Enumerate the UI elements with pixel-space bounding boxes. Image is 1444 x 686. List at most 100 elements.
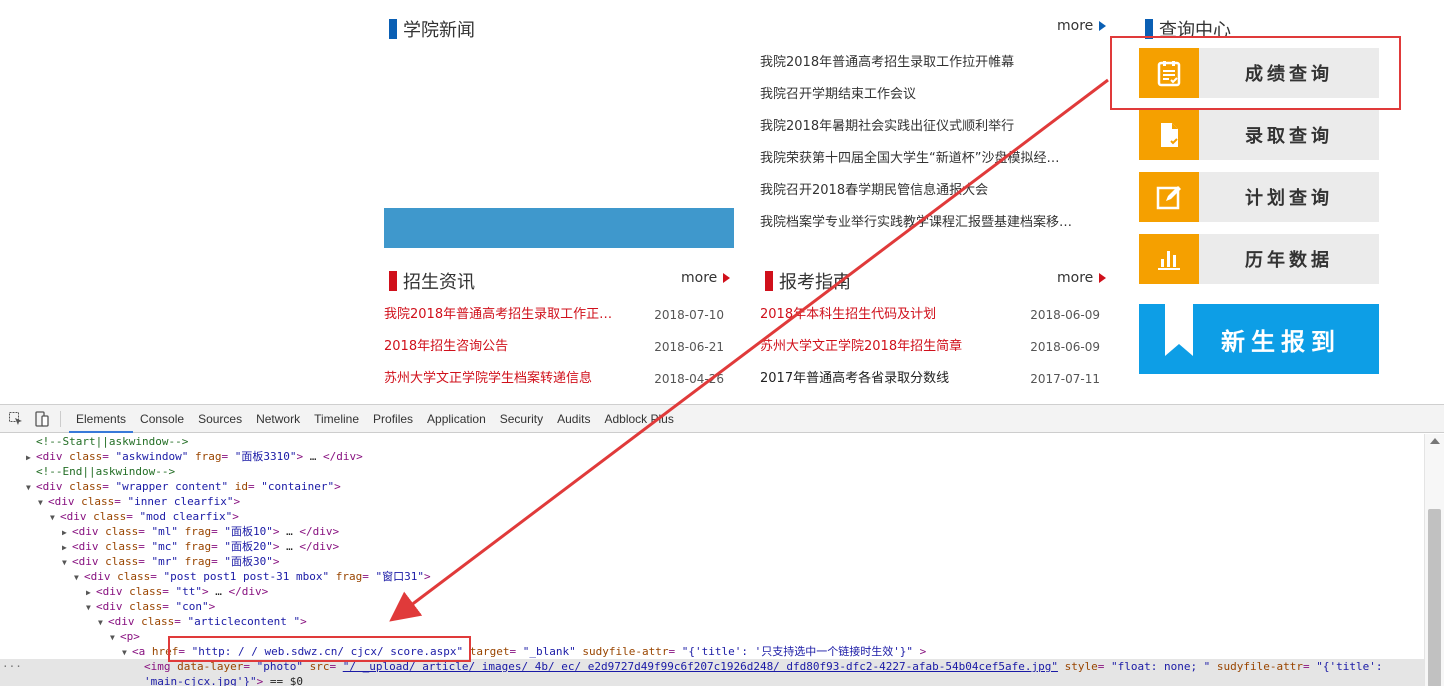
code-token-val: "{'title': '只支持选中一个链接时生效'}" (681, 645, 914, 658)
code-token-tag: <div (72, 555, 106, 568)
dom-node-line[interactable]: ▼ <div class= "articlecontent "> (0, 614, 1424, 629)
inspect-cursor-icon[interactable] (6, 409, 26, 429)
code-token-tag: = (114, 495, 128, 508)
list-item[interactable]: 我院2018年普通高考招生录取工作正… 2018-07-10 (384, 304, 724, 336)
tab-security[interactable]: Security (493, 405, 550, 433)
code-token-val: "inner clearfix" (127, 495, 234, 508)
code-token-tag: = (211, 525, 225, 538)
code-token-tag: > (423, 570, 431, 583)
dom-node-line[interactable]: 'main-cjcx.jpg'}"> == $0 (0, 674, 1424, 686)
tab-elements[interactable]: Elements (69, 405, 134, 433)
news-item[interactable]: 我院荣获第十四届全国大学生“新道杯”沙盘模拟经… (760, 148, 1105, 180)
collapse-triangle-icon[interactable]: ▼ (86, 600, 96, 615)
plan-query-button[interactable]: 计划查询 (1139, 172, 1379, 222)
node-menu-icon[interactable]: ··· (2, 659, 22, 674)
dom-node-line[interactable]: ▼ <div class= "con"> (0, 599, 1424, 614)
code-token-tag: > (272, 525, 280, 538)
dom-node-line[interactable]: ▶ <div class= "tt"> … </div> (0, 584, 1424, 599)
admissions-more-link[interactable]: more (681, 270, 731, 286)
list-item[interactable]: 2018年本科生招生代码及计划 2018-06-09 (760, 304, 1100, 336)
code-token-val: "mod clearfix" (139, 510, 233, 523)
dom-node-line[interactable]: ▶ <div class= "mc" frag= "面板20"> … </div> (0, 539, 1424, 554)
code-token-txt: … (208, 585, 229, 598)
tab-timeline[interactable]: Timeline (307, 405, 366, 433)
code-token-val: 'main-cjcx.jpg'}" (144, 675, 257, 686)
tab-application[interactable]: Application (420, 405, 493, 433)
expand-triangle-icon[interactable]: ▶ (62, 540, 72, 555)
news-item[interactable]: 我院档案学专业举行实践教学课程汇报暨基建档案移… (760, 212, 1105, 244)
code-token-attr: class (105, 525, 139, 538)
code-token-val: "mc" (151, 540, 179, 553)
list-item[interactable]: 2017年普通高考各省录取分数线 2017-07-11 (760, 368, 1100, 400)
code-token-val: "articlecontent " (187, 615, 301, 628)
scrollbar-thumb[interactable] (1428, 509, 1441, 686)
list-item[interactable]: 苏州大学文正学院2018年招生简章 2018-06-09 (760, 336, 1100, 368)
code-token-txt: … (303, 450, 323, 463)
collapse-triangle-icon[interactable]: ▼ (74, 570, 84, 585)
device-mode-icon[interactable] (32, 409, 52, 429)
devtools-toolbar: Elements Console Sources Network Timeline Pro… (0, 405, 1444, 433)
history-data-button[interactable]: 历年数据 (1139, 234, 1379, 284)
tab-audits[interactable]: Audits (550, 405, 597, 433)
collapse-triangle-icon[interactable]: ▼ (122, 645, 132, 660)
scroll-up-icon[interactable] (1430, 438, 1440, 444)
news-more-link[interactable]: more (1057, 18, 1107, 34)
code-token-txt: … (279, 525, 300, 538)
dom-node-line[interactable]: ▼ <div class= "post post1 post-31 mbox" f… (0, 569, 1424, 584)
code-token-attr: class (105, 555, 139, 568)
code-token-val: "_blank" (522, 645, 576, 658)
code-token-tag: <div (60, 510, 94, 523)
tab-network[interactable]: Network (249, 405, 307, 433)
code-token-tag: = (221, 450, 235, 463)
collapse-triangle-icon[interactable]: ▼ (38, 495, 48, 510)
news-item[interactable]: 我院2018年暑期社会实践出征仪式顺利举行 (760, 116, 1105, 148)
list-item[interactable]: 苏州大学文正学院学生档案转递信息 2018-04-26 (384, 368, 724, 400)
collapse-triangle-icon[interactable]: ▼ (110, 630, 120, 645)
code-token-val: "container" (261, 480, 335, 493)
tree-scrollbar[interactable] (1424, 434, 1444, 686)
title-marker (765, 271, 773, 291)
tab-sources[interactable]: Sources (191, 405, 249, 433)
news-item[interactable]: 我院召开学期结束工作会议 (760, 84, 1105, 116)
collapse-triangle-icon[interactable]: ▼ (26, 480, 36, 495)
website-content: 学院新闻 more 我院2018年普通高考招生录取工作拉开帷幕 我院召开学期结束… (0, 0, 1444, 404)
code-token-tag: = (138, 555, 152, 568)
guide-more-link[interactable]: more (1057, 270, 1107, 286)
collapse-triangle-icon[interactable]: ▼ (62, 555, 72, 570)
collapse-triangle-icon[interactable]: ▼ (50, 510, 60, 525)
href-highlight-box (168, 636, 471, 662)
code-token-tag: = (138, 525, 152, 538)
code-token-tag: <div (36, 480, 70, 493)
code-token-tag: <a (132, 645, 152, 658)
code-token-attr: class (141, 615, 175, 628)
tab-profiles[interactable]: Profiles (366, 405, 420, 433)
dom-node-line[interactable]: <!--End||askwindow--> (0, 464, 1424, 479)
dom-node-line[interactable]: <!--Start||askwindow--> (0, 434, 1424, 449)
code-token-tag: > (334, 480, 341, 493)
news-item[interactable]: 我院2018年普通高考招生录取工作拉开帷幕 (760, 52, 1105, 84)
code-token-attr: sudyfile-attr (1210, 660, 1304, 673)
expand-triangle-icon[interactable]: ▶ (26, 450, 36, 465)
admission-query-button[interactable]: 录取查询 (1139, 110, 1379, 160)
dom-node-line[interactable]: ▼ <div class= "mod clearfix"> (0, 509, 1424, 524)
dom-node-line[interactable]: ▼ <div class= "wrapper content" id= "cont… (0, 479, 1424, 494)
dom-node-line[interactable]: ▶ <div class= "askwindow" frag= "面板3310">… (0, 449, 1424, 464)
collapse-triangle-icon[interactable]: ▼ (98, 615, 108, 630)
list-item[interactable]: 2018年招生咨询公告 2018-06-21 (384, 336, 724, 368)
freshman-register-button[interactable]: 新生报到 (1139, 304, 1379, 374)
news-photo[interactable] (384, 44, 734, 248)
expand-triangle-icon[interactable]: ▶ (62, 525, 72, 540)
code-token-val: "tt" (175, 585, 203, 598)
dom-node-line[interactable]: ▶ <div class= "ml" frag= "面板10"> … </div> (0, 524, 1424, 539)
code-token-tag: = (162, 585, 176, 598)
tab-console[interactable]: Console (133, 405, 191, 433)
dom-node-line[interactable]: ▼ <div class= "mr" frag= "面板30"> (0, 554, 1424, 569)
news-item[interactable]: 我院召开2018春学期民管信息通报大会 (760, 180, 1105, 212)
dom-node-line[interactable]: ▼ <div class= "inner clearfix"> (0, 494, 1424, 509)
title-marker (389, 271, 397, 291)
code-token-tag: = (509, 645, 523, 658)
tab-adblock-plus[interactable]: Adblock Plus (597, 405, 680, 433)
code-token-tag: </div> (299, 540, 340, 553)
expand-triangle-icon[interactable]: ▶ (86, 585, 96, 600)
code-token-tag: > (300, 615, 307, 628)
